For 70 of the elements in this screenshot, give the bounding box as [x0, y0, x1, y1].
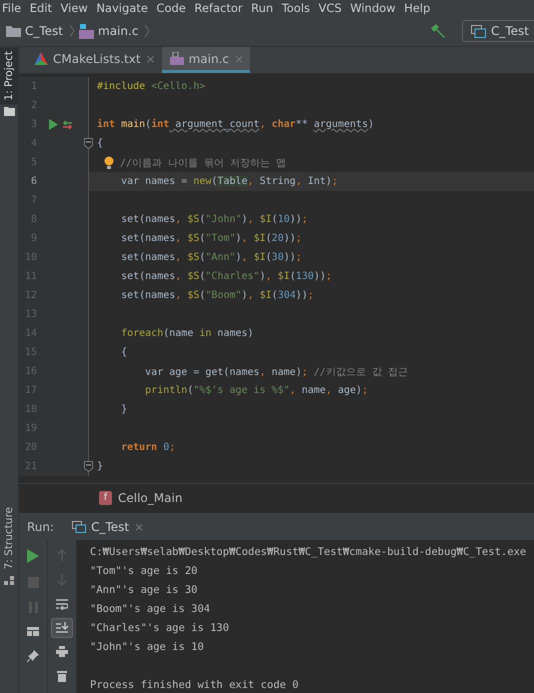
menu-item[interactable]: View: [60, 1, 88, 15]
code-line: #include <Cello.h>: [97, 81, 206, 92]
hammer-icon[interactable]: [430, 24, 446, 38]
code-line: set(names, $S("Boom"), $I(304));: [120, 290, 314, 301]
menu-item[interactable]: File: [2, 1, 22, 15]
structure-icon: [4, 576, 14, 585]
console-line: Process finished with exit code 0: [90, 678, 300, 693]
code-line: }: [97, 461, 104, 472]
code-line: set(names, $S("Tom"), $I(20));: [120, 233, 302, 244]
code-line: println("%$'s age is %$", name, age);: [144, 385, 368, 396]
fold-icon[interactable]: [84, 461, 93, 472]
project-tool-tab[interactable]: 1: Project: [0, 47, 18, 104]
code-line: foreach(name in names): [120, 328, 254, 339]
window-icon: [72, 520, 86, 532]
code-line: var age = get(names, name); //키값으로 값 접근: [144, 366, 408, 378]
console-line: "Ann"'s age is 30: [90, 583, 198, 598]
code-line: {: [97, 138, 104, 149]
menu-item[interactable]: Tools: [282, 1, 310, 15]
menu-item[interactable]: VCS: [318, 1, 342, 15]
print-icon[interactable]: [56, 646, 68, 657]
function-badge: f: [99, 490, 112, 504]
breadcrumb-project[interactable]: C_Test: [25, 24, 64, 38]
line-number: 6: [30, 176, 37, 187]
chevron-icon: [144, 24, 150, 38]
console-line: "John"'s age is 10: [90, 640, 205, 655]
code-line: }: [120, 404, 128, 415]
console-line: "Boom"'s age is 304: [90, 602, 212, 617]
code-line: {: [120, 347, 128, 358]
console-line: C:₩Users₩selab₩Desktop₩Codes₩Rust₩C_Test₩cmake-build-debug₩C_Test.exe: [90, 545, 528, 560]
editor-tab[interactable]: main.c ×: [162, 47, 250, 73]
run-icon[interactable]: [49, 119, 58, 130]
c-file-icon: [170, 52, 184, 65]
code-line: //이름과 나이를 묶어 저장하는 맵: [120, 156, 286, 170]
console-line: "Charles"'s age is 130: [90, 621, 230, 636]
trash-icon[interactable]: [57, 670, 67, 682]
menu-item[interactable]: Help: [404, 1, 430, 15]
layout-icon[interactable]: [27, 627, 39, 636]
code-line: set(names, $S("Ann"), $I(30));: [120, 252, 302, 263]
menu-item[interactable]: Run: [251, 1, 274, 15]
breadcrumb-file[interactable]: main.c: [98, 24, 138, 38]
run-tab[interactable]: C_Test ×: [62, 513, 154, 540]
code-line: set(names, $S("John"), $I(10));: [120, 214, 308, 225]
pin-icon[interactable]: [27, 650, 39, 662]
run-panel-title: Run:: [26, 520, 56, 534]
code-line: set(names, $S("Charles"), $I(130));: [120, 271, 332, 282]
breadcrumb-function[interactable]: Cello_Main: [118, 490, 182, 504]
swap-arrows-icon[interactable]: [62, 120, 73, 130]
menu-item[interactable]: Window: [350, 1, 396, 15]
window-icon: [470, 24, 486, 38]
menu-item[interactable]: Edit: [30, 1, 52, 15]
code-line: return 0;: [120, 442, 176, 453]
scroll-to-end-icon[interactable]: [51, 618, 73, 638]
menu-item[interactable]: Code: [156, 1, 186, 15]
fold-icon[interactable]: [84, 138, 93, 149]
code-line: var names = new(Table, String, Int);: [120, 176, 338, 187]
soft-wrap-icon[interactable]: [56, 599, 68, 610]
editor-tab[interactable]: CMakeLists.txt ×: [26, 47, 162, 73]
console-line: "Tom"'s age is 20: [90, 564, 198, 579]
lightbulb-icon[interactable]: [104, 156, 114, 170]
folder-icon: [4, 107, 14, 116]
code-line: int main(int argument_count, char** arguments): [97, 119, 374, 130]
structure-tool-tab[interactable]: 7: Structure: [3, 502, 15, 573]
folder-icon: [6, 25, 21, 37]
triangle-logo-icon: [34, 52, 48, 65]
chevron-icon: [69, 24, 76, 38]
c-file-icon: [79, 24, 94, 38]
run-icon[interactable]: [27, 549, 39, 563]
menu-item[interactable]: Refactor: [194, 1, 243, 15]
menu-item[interactable]: Navigate: [96, 1, 148, 15]
run-config-selector[interactable]: C_Test: [462, 20, 534, 42]
